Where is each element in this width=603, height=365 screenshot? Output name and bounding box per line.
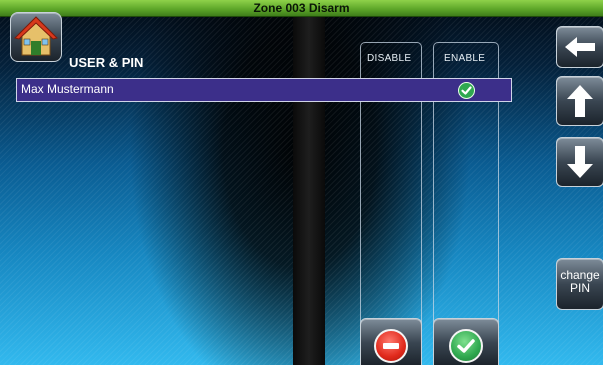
user-name: Max Mustermann [21,82,114,96]
check-circle-icon [449,329,483,363]
section-heading: USER & PIN [69,55,144,70]
disable-column-header: DISABLE [367,53,412,64]
enabled-check-icon [458,82,475,99]
home-icon [14,16,58,56]
background-divider [293,16,325,365]
arrow-down-icon [567,146,593,178]
change-pin-label: change PIN [557,269,603,295]
arrow-up-icon [567,85,593,117]
page-title: Zone 003 Disarm [253,1,350,15]
arrow-left-icon [565,37,595,57]
enable-column-header: ENABLE [444,53,486,64]
scroll-up-button[interactable] [556,76,603,126]
user-row[interactable]: Max Mustermann [16,78,512,102]
change-pin-text: change PIN [560,268,600,295]
scroll-down-button[interactable] [556,137,603,187]
back-button[interactable] [556,26,603,68]
home-button[interactable] [10,12,62,62]
enable-button[interactable] [433,318,499,365]
disable-button[interactable] [360,318,422,365]
minus-circle-icon [374,329,408,363]
change-pin-button[interactable]: change PIN [556,258,603,310]
screen: Zone 003 Disarm USER & PIN DISABLE ENABL… [0,0,603,365]
